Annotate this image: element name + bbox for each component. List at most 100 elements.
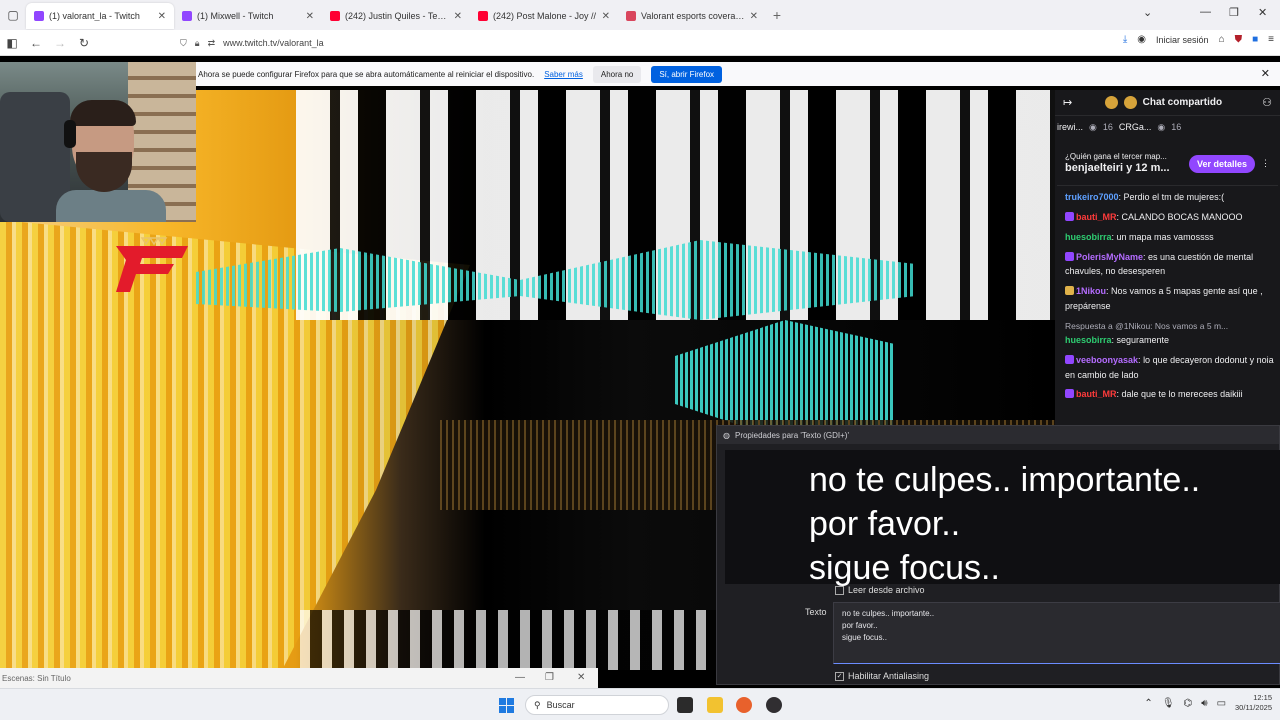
taskbar-search[interactable]: ⚲ Buscar — [525, 695, 669, 715]
chat-text: un mapa mas vamossss — [1116, 231, 1214, 242]
url-bar[interactable]: ⛉ 🔒︎ ⇄ www.twitch.tv/valorant_la — [180, 33, 1000, 53]
open-firefox-button[interactable]: Sí, abrir Firefox — [651, 65, 723, 83]
forward-icon[interactable]: → — [48, 36, 72, 50]
tab-mixwell[interactable]: (1) Mixwell - Twitch ✕ — [174, 3, 322, 29]
users-icon[interactable]: ⚇ — [1262, 96, 1272, 109]
file-explorer-icon[interactable] — [707, 697, 723, 713]
chat-username[interactable]: PolerisMyName — [1076, 252, 1143, 262]
microphone-icon[interactable]: 🎙︎ — [1162, 698, 1175, 709]
back-icon[interactable]: ← — [24, 36, 48, 50]
permissions-icon[interactable]: ⇄ — [208, 38, 216, 49]
read-from-file-checkbox[interactable]: Leer desde archivo — [835, 585, 925, 595]
chat-username[interactable]: 1Nikou — [1076, 286, 1106, 296]
streamer-beard — [76, 152, 132, 192]
channel-name[interactable]: CRGa... — [1119, 122, 1152, 132]
restore-icon[interactable]: ❐ — [1229, 6, 1239, 19]
prediction-name: benjaelteiri y 12 m... — [1065, 161, 1170, 174]
account-icon[interactable]: ◉ — [1137, 34, 1146, 45]
prediction-question: ¿Quién gana el tercer map... — [1065, 152, 1167, 162]
twitch-icon — [182, 11, 192, 21]
close-icon[interactable]: ✕ — [602, 11, 610, 22]
tab-list-icon[interactable]: ▢ — [0, 8, 26, 22]
close-icon[interactable]: ✕ — [454, 11, 462, 22]
extensions-icon[interactable]: ⌂ — [1219, 34, 1225, 45]
shared-channels: irewi... ◉ 16 CRGa... ◉ 16 — [1055, 116, 1280, 138]
close-window-icon[interactable]: ✕ — [1258, 6, 1267, 19]
channel-name[interactable]: irewi... — [1057, 122, 1083, 132]
view-details-button[interactable]: Ver detalles — [1188, 154, 1255, 173]
restore-icon[interactable]: ❐ — [545, 672, 554, 683]
viewers-icon: ◉ — [1089, 121, 1097, 132]
system-tray: ⌃ 🎙︎ ⌬ 🔊︎ ▭ 12:15 30/11/2025 — [1144, 693, 1280, 713]
viewers-icon: ◉ — [1157, 121, 1166, 132]
chat-username[interactable]: bauti_MR — [1076, 212, 1117, 222]
battery-icon[interactable]: ▭ — [1217, 698, 1226, 709]
menu-icon[interactable]: ≡ — [1268, 34, 1274, 45]
firefox-icon[interactable] — [736, 697, 752, 713]
nav-bar: ◧ ← → ↻ ⛉ 🔒︎ ⇄ www.twitch.tv/valorant_la… — [0, 30, 1280, 56]
windows-start-icon[interactable] — [499, 698, 514, 713]
reload-icon[interactable]: ↻ — [72, 36, 96, 50]
download-icon[interactable]: ⤓ — [1123, 34, 1127, 45]
taskbar: ⚲ Buscar ⌃ 🎙︎ ⌬ 🔊︎ ▭ 12:15 30/11/2025 — [0, 688, 1280, 720]
minimize-icon[interactable]: — — [515, 672, 525, 683]
chat-username[interactable]: trukeiro7000 — [1065, 192, 1119, 202]
close-icon[interactable]: ✕ — [750, 11, 758, 22]
chevron-down-icon[interactable]: ⌄ — [1143, 6, 1152, 19]
collapse-chat-icon[interactable]: ↦ — [1063, 96, 1072, 109]
chat-username[interactable]: veeboonyasak — [1076, 355, 1138, 365]
tab-post-malone[interactable]: (242) Post Malone - Joy // ✕ — [470, 3, 618, 29]
chevron-up-icon[interactable]: ⌃ — [1144, 698, 1152, 709]
sign-in-button[interactable]: Iniciar sesión — [1156, 35, 1209, 45]
checkbox-box[interactable]: ✓ — [835, 671, 844, 681]
antialiasing-checkbox[interactable]: ✓ Habilitar Antialiasing — [835, 671, 929, 681]
url-text[interactable]: www.twitch.tv/valorant_la — [223, 38, 324, 48]
chat-text: Perdio el tm de mujeres:( — [1123, 192, 1225, 202]
chat-username[interactable]: bauti_MR — [1076, 389, 1117, 399]
reply-context[interactable]: Respuesta a @1Nikou: Nos vamos a 5 m... — [1065, 319, 1274, 333]
chat-text: dale que te lo merecees daikiii — [1121, 389, 1243, 400]
shield-icon[interactable]: ⛉ — [180, 38, 187, 49]
clock[interactable]: 12:15 30/11/2025 — [1235, 693, 1272, 713]
chat-panel: ↦ Chat compartido ⚇ irewi... ◉ 16 CRGa..… — [1055, 90, 1280, 425]
tab-label: Valorant esports coverage | VLR — [641, 11, 745, 21]
task-view-icon[interactable] — [677, 697, 693, 713]
bitwarden-icon[interactable]: ■ — [1252, 34, 1258, 45]
close-icon[interactable]: ✕ — [306, 11, 314, 22]
tab-valorant-la[interactable]: (1) valorant_la - Twitch ✕ — [26, 3, 174, 29]
tab-vlr[interactable]: Valorant esports coverage | VLR ✕ — [618, 3, 766, 29]
tab-strip: ▢ (1) valorant_la - Twitch ✕ (1) Mixwell… — [0, 0, 1280, 30]
notification-message: Ahora se puede configurar Firefox para q… — [198, 69, 535, 79]
vlr-icon — [626, 11, 636, 21]
badge-icon — [1065, 211, 1074, 221]
close-icon[interactable]: ✕ — [577, 672, 585, 683]
chat-username[interactable]: huesobirra — [1065, 335, 1112, 345]
network-icon[interactable]: ⌬ — [1184, 698, 1193, 709]
obs-scenes-bar: Escenas: Sin Título — [0, 668, 598, 688]
preview-text: no te culpes.. importante.. por favor.. … — [809, 461, 1201, 587]
close-icon[interactable]: ✕ — [158, 11, 166, 22]
new-tab-button[interactable]: + — [766, 7, 788, 23]
streamer-hair — [70, 100, 136, 126]
learn-more-link[interactable]: Saber más — [544, 70, 583, 79]
webcam-overlay — [0, 62, 196, 222]
more-options-icon[interactable]: ⋮ — [1261, 158, 1270, 169]
volume-icon[interactable]: 🔊︎ — [1201, 698, 1207, 709]
firefox-notification-bar: Ahora se puede configurar Firefox para q… — [196, 62, 1280, 86]
tab-justin-quiles[interactable]: (242) Justin Quiles - Te Perdió ( ✕ — [322, 3, 470, 29]
sidebar-icon[interactable]: ◧ — [0, 36, 24, 50]
ublock-icon[interactable]: ⛊ — [1235, 34, 1243, 45]
close-icon[interactable]: ✕ — [1261, 67, 1270, 80]
obs-icon: ◍ — [723, 430, 730, 440]
lock-icon[interactable]: 🔒︎ — [195, 38, 200, 49]
chat-username[interactable]: huesobirra — [1065, 232, 1112, 242]
not-now-button[interactable]: Ahora no — [592, 65, 642, 83]
minimize-icon[interactable]: — — [1200, 6, 1211, 18]
twitch-icon — [34, 11, 44, 21]
obs-icon[interactable] — [766, 697, 782, 713]
chat-message: Respuesta a @1Nikou: Nos vamos a 5 m... h… — [1065, 319, 1274, 348]
checkbox-box[interactable] — [835, 585, 844, 595]
text-input[interactable]: no te culpes.. importante.. por favor.. … — [833, 602, 1280, 664]
tab-label: (242) Justin Quiles - Te Perdió ( — [345, 11, 449, 21]
chat-message: huesobirra: un mapa mas vamossss — [1065, 230, 1274, 245]
